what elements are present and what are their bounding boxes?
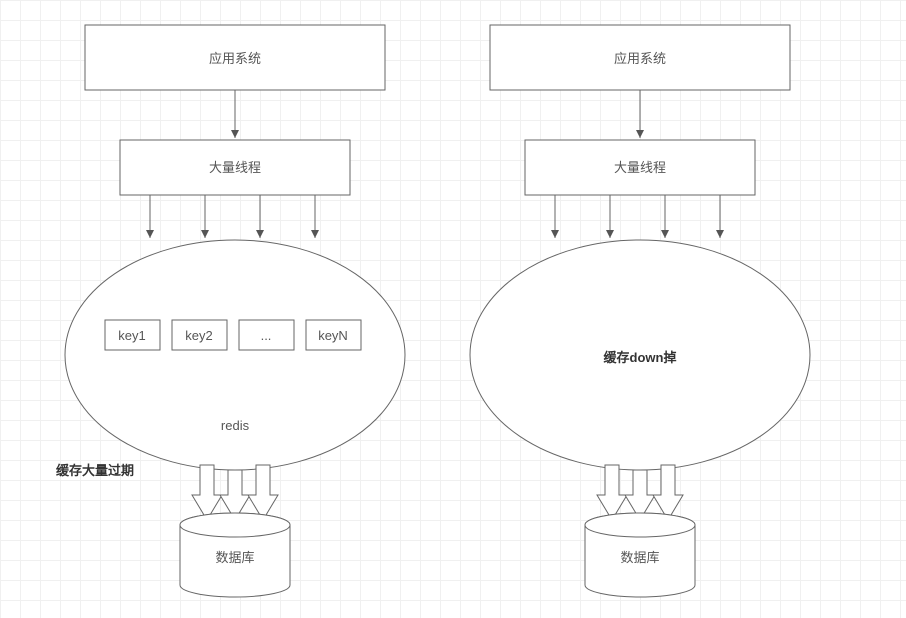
- label-keyN: keyN: [318, 328, 348, 343]
- label-app-system-right: 应用系统: [614, 51, 666, 66]
- label-threads-left: 大量线程: [209, 160, 261, 175]
- label-database-right: 数据库: [620, 550, 659, 565]
- thick-arrow-3-left: [248, 465, 278, 520]
- ellipse-redis-left: [65, 240, 405, 470]
- label-key2: key2: [185, 328, 212, 343]
- label-app-system-left: 应用系统: [209, 51, 261, 66]
- label-key-ellipsis: ...: [261, 328, 272, 343]
- label-threads-right: 大量线程: [614, 160, 666, 175]
- label-database-left: 数据库: [215, 550, 254, 565]
- label-redis-left: redis: [221, 418, 250, 433]
- label-expire-note: 缓存大量过期: [56, 463, 134, 478]
- diagram-canvas: 应用系统 大量线程 key1 key2 ... keyN redis 缓存大量过…: [0, 0, 906, 618]
- label-cache-down: 缓存down掉: [604, 350, 677, 365]
- label-key1: key1: [118, 328, 145, 343]
- thick-arrow-3-right: [653, 465, 683, 520]
- thick-arrow-1-left: [192, 465, 222, 520]
- thick-arrow-1-right: [597, 465, 627, 520]
